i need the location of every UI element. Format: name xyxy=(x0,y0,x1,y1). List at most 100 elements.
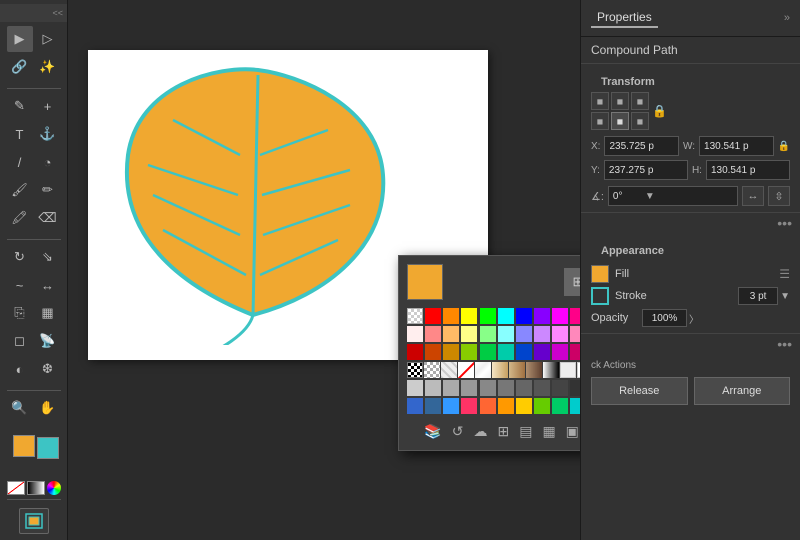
cp-swatch[interactable] xyxy=(480,326,496,342)
cp-swatch[interactable] xyxy=(560,362,576,378)
arrange-button[interactable]: Arrange xyxy=(694,377,791,405)
stroke-dropdown-arrow[interactable]: ▼ xyxy=(780,291,790,302)
leaf-illustration[interactable] xyxy=(98,55,408,345)
cp-white-swatch[interactable] xyxy=(407,308,423,324)
cp-swatch[interactable] xyxy=(516,344,532,360)
cp-libraries-icon[interactable]: 📚 xyxy=(422,421,443,442)
cp-swatch[interactable] xyxy=(480,308,496,324)
cp-swatch[interactable] xyxy=(552,344,568,360)
cp-swatch[interactable] xyxy=(498,308,514,324)
magic-wand-tool[interactable]: ✨ xyxy=(35,54,61,80)
cp-swatch[interactable] xyxy=(461,398,477,414)
type-tool[interactable]: T xyxy=(7,121,33,147)
lock-proportions-icon[interactable]: 🔒 xyxy=(652,104,667,118)
cp-swatch[interactable] xyxy=(552,398,568,414)
h-input[interactable] xyxy=(706,160,790,180)
cp-swatch[interactable] xyxy=(516,398,532,414)
cp-swatch[interactable] xyxy=(498,398,514,414)
cp-swatch[interactable] xyxy=(480,380,496,396)
appearance-more-btn[interactable]: ••• xyxy=(581,334,800,354)
cp-swatch[interactable] xyxy=(443,308,459,324)
cp-swatch[interactable] xyxy=(461,344,477,360)
cp-swatch[interactable] xyxy=(443,326,459,342)
background-color-swatch[interactable] xyxy=(37,437,59,459)
w-input[interactable] xyxy=(699,136,774,156)
cp-swatch[interactable] xyxy=(443,344,459,360)
cp-list-view-icon[interactable]: ▤ xyxy=(517,421,534,442)
direct-select-tool[interactable]: ▷ xyxy=(35,26,61,52)
cp-swatch[interactable] xyxy=(534,380,550,396)
cp-swatch[interactable] xyxy=(425,380,441,396)
flip-vertical-btn[interactable]: ⇳ xyxy=(768,186,790,206)
cp-pattern-swatch[interactable] xyxy=(441,362,457,378)
cp-swatch[interactable] xyxy=(407,380,423,396)
flip-horizontal-btn[interactable]: ↔ xyxy=(742,186,764,206)
cp-swatch[interactable] xyxy=(498,326,514,342)
transform-more-btn[interactable]: ••• xyxy=(581,213,800,233)
cp-swatch[interactable] xyxy=(498,380,514,396)
cp-swatch[interactable] xyxy=(516,380,532,396)
cp-swatch[interactable] xyxy=(570,326,580,342)
align-tl-btn[interactable]: ◼ xyxy=(591,92,609,110)
cp-swatch[interactable] xyxy=(480,344,496,360)
cp-swatch[interactable] xyxy=(543,362,559,378)
align-mr-btn[interactable]: ◼ xyxy=(631,112,649,130)
hand-tool[interactable]: ✋ xyxy=(35,395,61,421)
rotate-tool[interactable]: ↻ xyxy=(7,244,33,270)
artboard-tool[interactable] xyxy=(19,508,49,534)
paintbrush-tool[interactable]: 🖌 xyxy=(7,177,33,203)
cp-grid-view-icon[interactable]: ⊞ xyxy=(495,421,511,442)
fill-list-icon[interactable]: ☰ xyxy=(779,267,790,281)
cp-swatch[interactable] xyxy=(461,380,477,396)
blob-brush-tool[interactable]: 🖍 xyxy=(7,205,33,231)
cp-swatch[interactable] xyxy=(516,326,532,342)
line-tool[interactable]: / xyxy=(7,149,33,175)
cp-swatch[interactable] xyxy=(570,380,580,396)
angle-input[interactable] xyxy=(613,191,643,202)
color-picker-btn[interactable] xyxy=(47,481,61,495)
scale-tool[interactable]: ⇘ xyxy=(35,244,61,270)
cp-swatch[interactable] xyxy=(461,308,477,324)
y-input[interactable] xyxy=(604,160,688,180)
properties-tab[interactable]: Properties xyxy=(591,8,658,28)
cp-swatch[interactable] xyxy=(461,326,477,342)
collapse-label[interactable]: << xyxy=(52,8,63,18)
lock-wh-icon[interactable]: 🔒 xyxy=(778,141,790,152)
gradient-color-btn[interactable] xyxy=(27,481,45,495)
x-input[interactable] xyxy=(604,136,679,156)
pen-tool[interactable]: ✎ xyxy=(7,93,33,119)
cp-swatch[interactable] xyxy=(552,380,568,396)
cp-swatch[interactable] xyxy=(425,308,441,324)
cp-swatch[interactable] xyxy=(480,398,496,414)
cp-swatch[interactable] xyxy=(534,344,550,360)
cp-swatch[interactable] xyxy=(475,362,491,378)
warp-tool[interactable]: ~ xyxy=(7,272,33,298)
arc-tool[interactable]: ◔ xyxy=(35,149,61,175)
eyedropper-tool[interactable]: 📡 xyxy=(35,328,61,354)
cp-swatch[interactable] xyxy=(425,398,441,414)
cp-swatch[interactable] xyxy=(509,362,525,378)
graph-tool[interactable]: ⎘ xyxy=(7,300,33,326)
cp-swatch[interactable] xyxy=(526,362,542,378)
pencil-tool[interactable]: ✏ xyxy=(35,177,61,203)
cp-swatch[interactable] xyxy=(492,362,508,378)
lasso-tool[interactable]: 🔗 xyxy=(7,54,33,80)
cp-swatch[interactable] xyxy=(425,326,441,342)
cp-detail-icon[interactable]: ▦ xyxy=(540,421,557,442)
cp-swatch[interactable] xyxy=(552,308,568,324)
add-anchor-tool[interactable]: + xyxy=(35,93,61,119)
panel-expand-btn[interactable]: » xyxy=(784,12,790,24)
zoom-tool[interactable]: 🔍 xyxy=(7,395,33,421)
blend-tool[interactable]: ◐ xyxy=(7,356,33,382)
none-color-btn[interactable] xyxy=(7,481,25,495)
fill-color-swatch[interactable] xyxy=(591,265,609,283)
align-mc-btn[interactable]: ◼ xyxy=(611,112,629,130)
angle-dropdown-arrow[interactable]: ▼ xyxy=(645,191,655,202)
align-tc-btn[interactable]: ◼ xyxy=(611,92,629,110)
cp-swatch[interactable] xyxy=(407,398,423,414)
cp-swatch[interactable] xyxy=(570,344,580,360)
cp-swatch[interactable] xyxy=(570,308,580,324)
cp-pattern-swatch[interactable] xyxy=(407,362,423,378)
cp-pattern-swatch[interactable] xyxy=(424,362,440,378)
cp-swatch[interactable] xyxy=(534,326,550,342)
